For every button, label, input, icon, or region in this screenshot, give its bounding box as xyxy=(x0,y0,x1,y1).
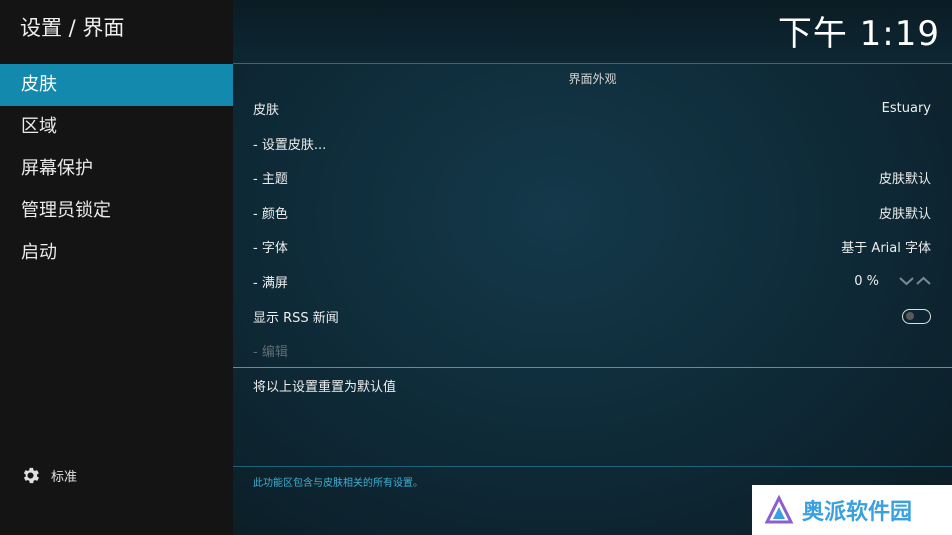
section-title: 界面外观 xyxy=(568,72,617,86)
setting-row-skin[interactable]: 皮肤 Estuary xyxy=(253,91,931,125)
setting-label: - 颜色 xyxy=(253,206,288,222)
help-text: 此功能区包含与皮肤相关的所有设置。 xyxy=(253,478,423,489)
setting-label: 显示 RSS 新闻 xyxy=(253,310,339,326)
clock: 下午 1:19 xyxy=(777,14,940,54)
reset-button[interactable]: 将以上设置重置为默认值 xyxy=(253,376,396,395)
setting-value: 基于 Arial 字体 xyxy=(841,240,931,256)
sidebar-item-startup[interactable]: 启动 xyxy=(0,232,233,274)
sidebar-item-screensaver[interactable]: 屏幕保护 xyxy=(0,148,233,190)
setting-row-edit-rss: - 编辑 xyxy=(253,333,931,367)
chevron-down-icon[interactable] xyxy=(899,276,914,286)
setting-row-theme[interactable]: - 主题 皮肤默认 xyxy=(253,160,931,194)
divider xyxy=(233,466,952,467)
settings-level-button[interactable]: 标准 xyxy=(20,465,77,486)
zoom-spinner xyxy=(899,276,931,286)
setting-row-colors[interactable]: - 颜色 皮肤默认 xyxy=(253,195,931,229)
page-title: 设置 / 界面 xyxy=(20,16,125,40)
sidebar: 设置 / 界面 皮肤 区域 屏幕保护 管理员锁定 启动 标准 xyxy=(0,0,233,535)
setting-row-rss[interactable]: 显示 RSS 新闻 xyxy=(253,299,931,333)
setting-row-font[interactable]: - 字体 基于 Arial 字体 xyxy=(253,229,931,263)
setting-value: 皮肤默认 xyxy=(878,171,931,187)
setting-label: - 字体 xyxy=(253,240,288,256)
setting-label: - 主题 xyxy=(253,171,288,187)
gear-icon xyxy=(23,467,39,484)
rss-toggle[interactable] xyxy=(902,308,931,324)
setting-value: 皮肤默认 xyxy=(878,206,931,222)
setting-value-wrap: 0 % xyxy=(854,274,931,289)
setting-label: - 设置皮肤... xyxy=(253,137,327,153)
setting-value: 0 % xyxy=(854,273,879,289)
main-panel: 下午 1:19 界面外观 皮肤 Estuary - 设置皮肤... - 主题 皮… xyxy=(233,0,952,535)
sidebar-item-regional[interactable]: 区域 xyxy=(0,106,233,148)
setting-row-zoom[interactable]: - 满屏 0 % xyxy=(253,264,931,298)
sidebar-item-master-lock[interactable]: 管理员锁定 xyxy=(0,190,233,232)
setting-label: - 满屏 xyxy=(253,275,288,291)
logo-icon xyxy=(764,495,794,524)
top-bar: 下午 1:19 xyxy=(233,0,952,64)
setting-label: - 编辑 xyxy=(253,344,288,360)
setting-label: 皮肤 xyxy=(253,102,280,118)
chevron-up-icon[interactable] xyxy=(916,276,931,286)
watermark: 奥派软件园 xyxy=(752,485,952,535)
watermark-text: 奥派软件园 xyxy=(802,500,913,525)
setting-row-configure-skin[interactable]: - 设置皮肤... xyxy=(253,126,931,160)
settings-level-label: 标准 xyxy=(51,470,78,485)
sidebar-item-skin[interactable]: 皮肤 xyxy=(0,64,233,106)
divider xyxy=(233,367,952,368)
setting-value: Estuary xyxy=(881,100,931,116)
category-list: 皮肤 区域 屏幕保护 管理员锁定 启动 xyxy=(0,64,233,274)
